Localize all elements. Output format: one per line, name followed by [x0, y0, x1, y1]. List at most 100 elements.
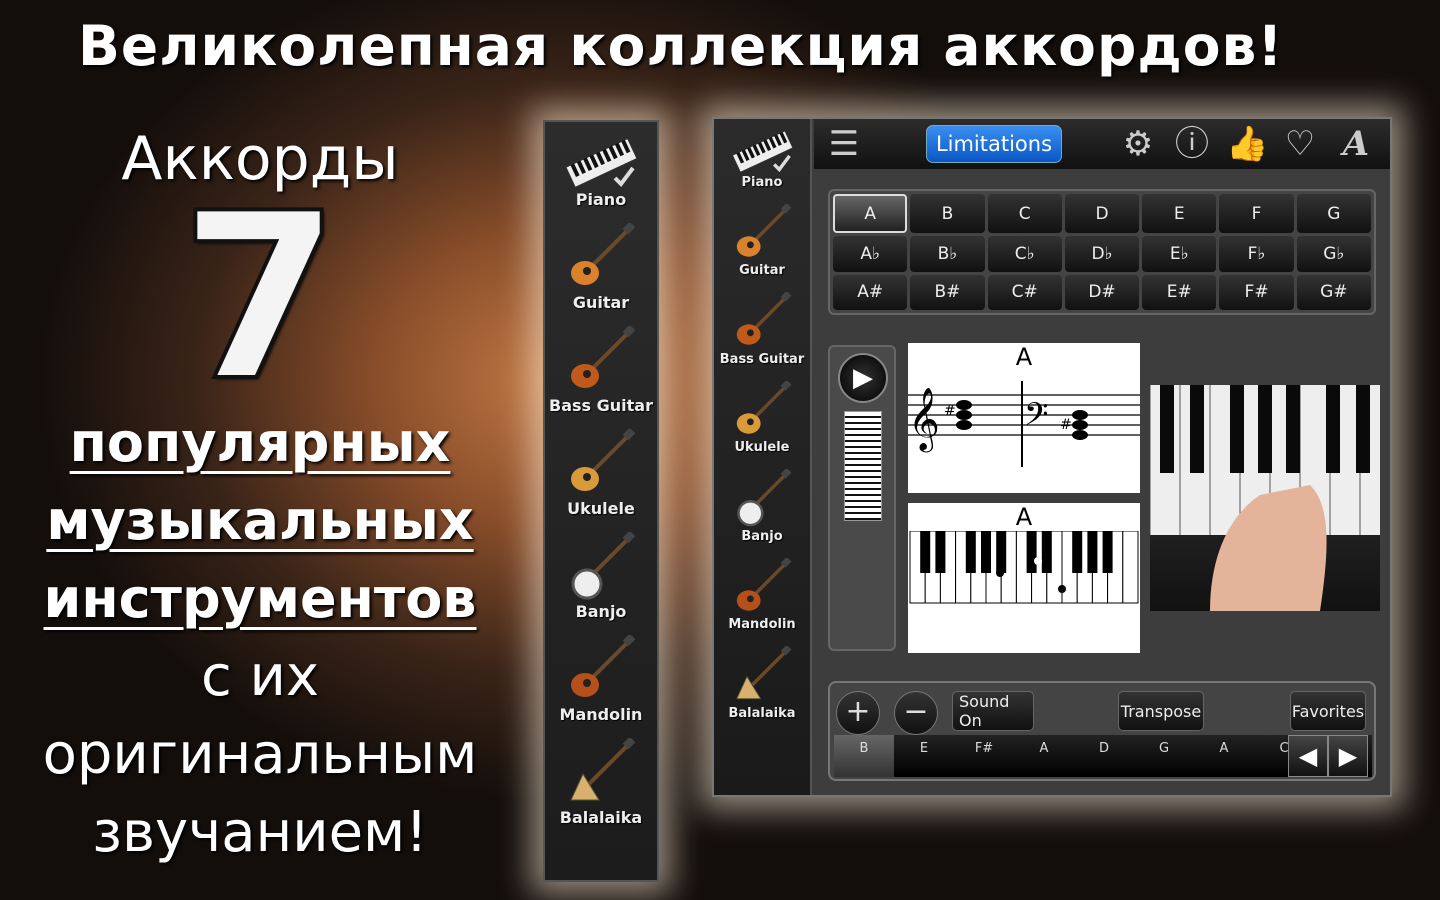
mini-keyboard-icon[interactable] — [844, 411, 882, 521]
note-button[interactable]: D# — [1064, 274, 1140, 310]
note-button[interactable]: F# — [1219, 274, 1294, 310]
svg-text:𝄞: 𝄞 — [908, 387, 940, 453]
note-button[interactable]: B# — [910, 274, 985, 310]
next-button[interactable]: ▶ — [1328, 735, 1368, 777]
previous-button[interactable]: ◀ — [1288, 735, 1328, 777]
mandolin-icon — [730, 557, 795, 618]
instrument-sidebar-large: Piano Guitar Bass Guitar Ukulele Banjo Mandol… — [543, 120, 659, 882]
note-button[interactable]: C — [987, 194, 1062, 234]
instrument-label: Bass Guitar — [549, 396, 653, 415]
instrument-piano[interactable]: Piano — [714, 127, 810, 190]
banjo-icon — [563, 532, 639, 602]
instrument-balalaika[interactable]: Balalaika — [545, 738, 657, 827]
note-button[interactable]: C♭ — [987, 236, 1062, 272]
menu-icon[interactable]: ☰ — [824, 125, 864, 163]
chord-strip-item[interactable]: F# — [954, 735, 1014, 777]
play-panel: ▶ — [828, 345, 896, 651]
chord-strip-item[interactable]: A — [1014, 735, 1074, 777]
note-grid: A B C D E F G A♭ B♭ C♭ D♭ E♭ F♭ G♭ A# B# C# D# E# F# G# — [828, 189, 1376, 315]
instrument-mandolin[interactable]: Mandolin — [545, 635, 657, 724]
instrument-guitar[interactable]: Guitar — [714, 203, 810, 279]
sound-toggle-button[interactable]: Sound On — [952, 691, 1034, 731]
guitar-icon — [563, 223, 639, 293]
note-button[interactable]: G♭ — [1296, 236, 1371, 272]
chord-strip-item[interactable]: D — [1074, 735, 1134, 777]
mandolin-icon — [563, 635, 639, 705]
note-button[interactable]: B♭ — [910, 236, 985, 272]
chord-strip-item[interactable]: E — [894, 735, 954, 777]
transpose-button[interactable]: Transpose — [1118, 691, 1204, 731]
promo-plain-2: оригинальным — [42, 722, 478, 787]
piano-icon — [563, 134, 639, 190]
instrument-sidebar: Piano Guitar Bass Guitar Ukulele Banjo Mandol… — [714, 119, 812, 795]
info-icon[interactable]: ⓘ — [1172, 125, 1212, 163]
ukulele-icon — [563, 429, 639, 499]
instrument-label: Mandolin — [728, 617, 796, 633]
chord-strip-item[interactable]: A — [1194, 735, 1254, 777]
svg-text:#: # — [1060, 417, 1072, 433]
chord-strip-item[interactable]: B — [834, 735, 894, 777]
promo-plain-3: звучанием! — [92, 800, 428, 865]
note-button[interactable]: A♭ — [833, 236, 908, 272]
note-button[interactable]: D — [1064, 194, 1140, 234]
chord-strip-item[interactable]: G — [1134, 735, 1194, 777]
instrument-guitar[interactable]: Guitar — [545, 223, 657, 312]
instrument-label: Banjo — [741, 528, 783, 544]
instrument-label: Guitar — [572, 293, 630, 312]
toolbar: ☰ Limitations ⚙ ⓘ 👍 ♡ A — [814, 119, 1390, 169]
promo-underlined-1: популярных — [69, 411, 451, 474]
note-button[interactable]: G# — [1296, 274, 1371, 310]
guitar-icon — [730, 203, 795, 264]
note-button[interactable]: F — [1219, 194, 1294, 234]
balalaika-icon — [563, 738, 639, 808]
note-button[interactable]: C# — [987, 274, 1062, 310]
heart-icon[interactable]: ♡ — [1280, 125, 1320, 163]
instrument-label: Piano — [741, 174, 783, 190]
keyboard-diagram: A — [908, 503, 1140, 653]
app-window: Piano Guitar Bass Guitar Ukulele Banjo Mandol… — [712, 117, 1392, 797]
play-button[interactable]: ▶ — [838, 353, 888, 403]
note-button[interactable]: D♭ — [1064, 236, 1140, 272]
add-button[interactable]: + — [836, 691, 880, 735]
instrument-label: Mandolin — [559, 705, 643, 724]
promo-plain-1: с их — [200, 644, 320, 709]
limitations-button[interactable]: Limitations — [926, 125, 1062, 163]
bass-guitar-icon — [563, 326, 639, 396]
note-button[interactable]: B — [910, 194, 985, 234]
instrument-label: Bass Guitar — [719, 351, 805, 367]
banjo-icon — [730, 469, 795, 529]
piano-hand-photo — [1149, 385, 1380, 611]
instrument-ukulele[interactable]: Ukulele — [545, 429, 657, 518]
promo-text: Аккорды 7 популярных музыкальных инструм… — [0, 120, 520, 872]
instrument-bass-guitar[interactable]: Bass Guitar — [714, 292, 810, 367]
favorites-button[interactable]: Favorites — [1290, 691, 1366, 731]
keyboard-keys — [909, 530, 1139, 604]
note-button[interactable]: E — [1142, 194, 1217, 234]
instrument-piano[interactable]: Piano — [545, 134, 657, 209]
instrument-label: Balalaika — [559, 808, 643, 827]
note-button[interactable]: A# — [833, 274, 908, 310]
note-button[interactable]: A — [833, 194, 908, 234]
instrument-balalaika[interactable]: Balalaika — [714, 646, 810, 721]
svg-text:𝄢: 𝄢 — [1024, 396, 1048, 440]
staff-lines: 𝄞 𝄢 # # — [908, 381, 1140, 467]
instrument-mandolin[interactable]: Mandolin — [714, 557, 810, 633]
bottom-bar: + − Sound On Transpose Favorites B E F# A D G… — [828, 681, 1376, 781]
instrument-label: Balalaika — [728, 705, 796, 721]
thumbs-up-icon[interactable]: 👍 — [1226, 125, 1268, 163]
instrument-bass-guitar[interactable]: Bass Guitar — [545, 326, 657, 415]
balalaika-icon — [730, 646, 795, 706]
ukulele-icon — [730, 380, 795, 441]
instrument-label: Guitar — [739, 263, 785, 279]
gear-icon[interactable]: ⚙ — [1118, 125, 1158, 163]
note-button[interactable]: G — [1296, 194, 1371, 234]
note-button[interactable]: E# — [1142, 274, 1217, 310]
note-button[interactable]: F♭ — [1219, 236, 1294, 272]
remove-button[interactable]: − — [894, 691, 938, 735]
note-button[interactable]: E♭ — [1142, 236, 1217, 272]
font-icon[interactable]: A — [1336, 125, 1376, 163]
instrument-ukulele[interactable]: Ukulele — [714, 380, 810, 456]
instrument-banjo[interactable]: Banjo — [545, 532, 657, 621]
instrument-banjo[interactable]: Banjo — [714, 469, 810, 544]
instrument-label: Ukulele — [734, 440, 790, 456]
